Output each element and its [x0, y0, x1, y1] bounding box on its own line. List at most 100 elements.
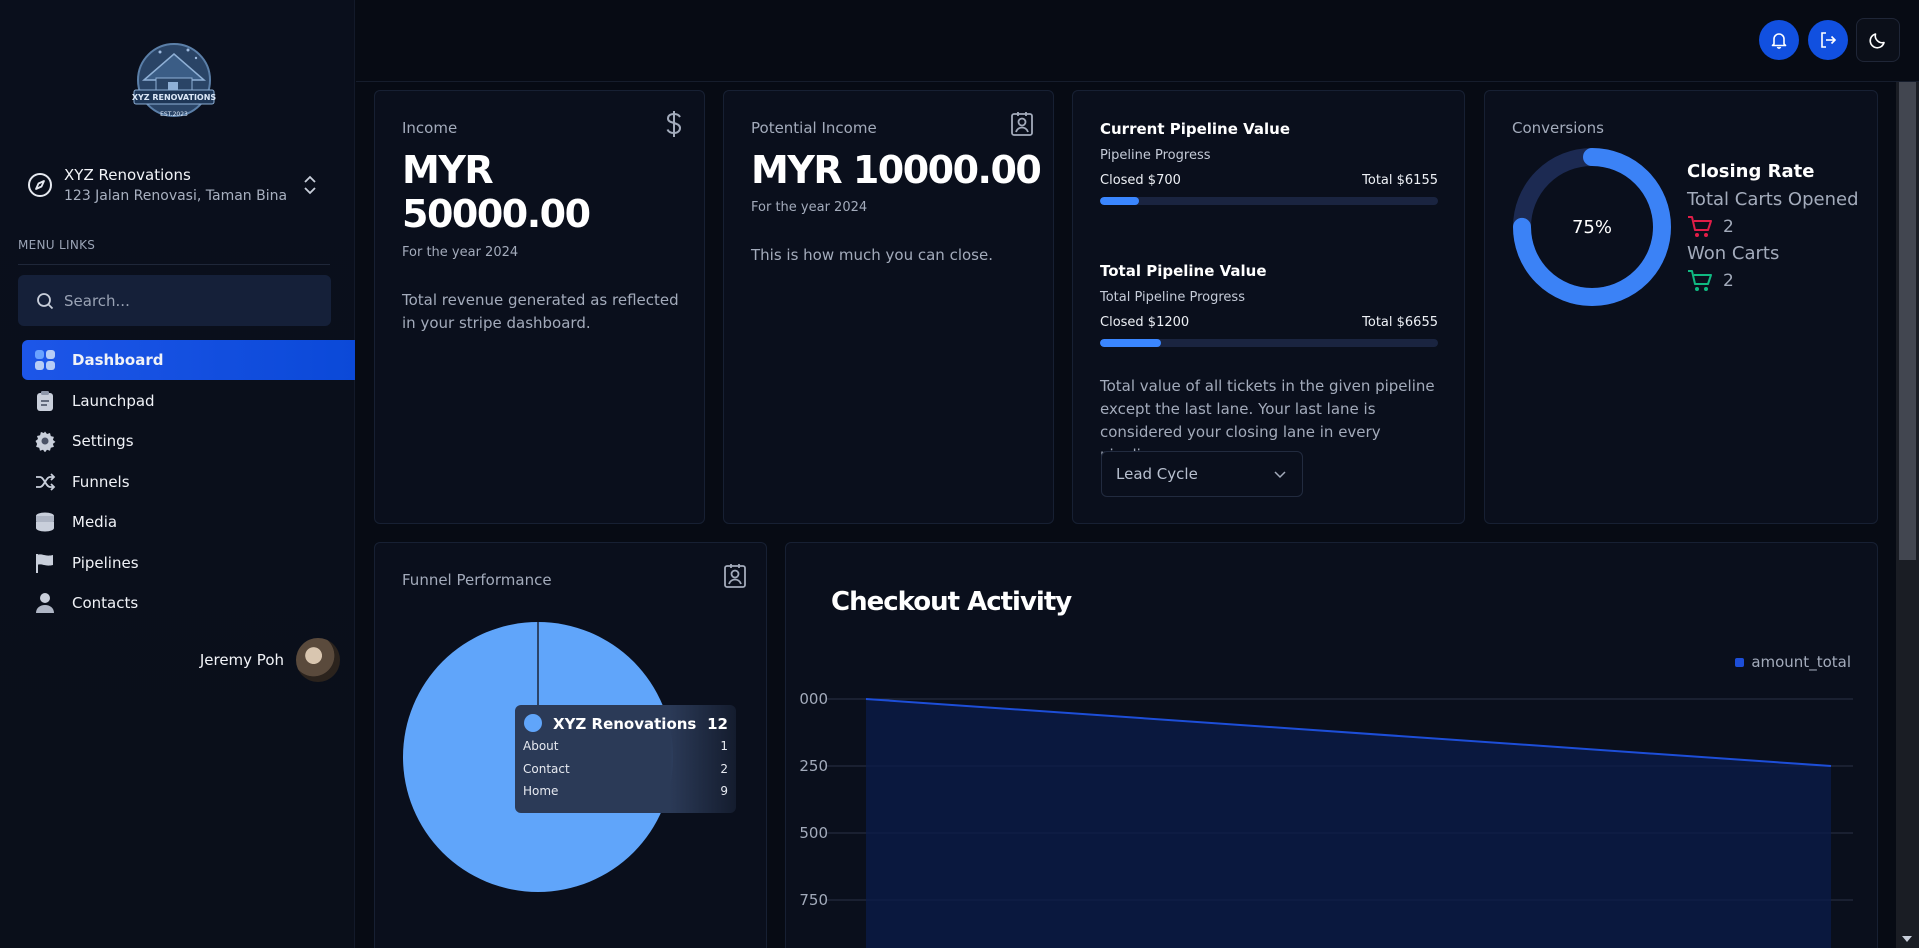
sidebar-item-label: Contacts — [72, 594, 139, 612]
total-pipeline-subtitle: Total Pipeline Progress — [1100, 290, 1245, 305]
area-fill — [866, 699, 1831, 948]
y-tick-label: 500 — [799, 824, 828, 842]
tooltip-color-swatch — [524, 714, 542, 732]
income-value-currency: MYR — [402, 148, 494, 192]
total-pipeline-progress-fill — [1100, 339, 1161, 347]
income-description: Total revenue generated as reflected in … — [402, 291, 679, 332]
user-profile[interactable]: Jeremy Poh — [150, 638, 340, 682]
logo-text-line2: EST.2023 — [160, 111, 188, 118]
conversions-card: Conversions 75% Closing Rate Total Carts… — [1484, 90, 1878, 524]
checkout-area-chart: 000 250 500 750 — [799, 690, 1853, 948]
y-tick-label: 250 — [799, 757, 828, 775]
total-pipeline-title: Total Pipeline Value — [1100, 262, 1267, 280]
tooltip-row-label: About — [523, 739, 559, 753]
compass-icon — [28, 173, 52, 197]
won-carts-row: 2 — [1687, 269, 1734, 293]
conversions-label: Conversions — [1512, 119, 1604, 137]
sidebar-item-label: Settings — [72, 432, 134, 450]
chevron-up-down-icon — [304, 175, 316, 195]
potential-income-value: MYR 10000.00 — [751, 148, 1042, 192]
current-pipeline-progress-bar — [1100, 197, 1438, 205]
menu-links-label: MENU LINKS — [18, 238, 96, 252]
current-pipeline-closed: Closed $700 — [1100, 173, 1181, 188]
gear-icon — [34, 430, 56, 452]
pie-tooltip: XYZ Renovations 12 About 1 Contact 2 Hom… — [515, 705, 736, 813]
total-pipeline-progress-bar — [1100, 339, 1438, 347]
sidebar-item-dashboard[interactable]: Dashboard — [22, 340, 355, 380]
current-pipeline-total: Total $6155 — [1362, 173, 1438, 188]
potential-income-card: Potential Income MYR 10000.00 For the ye… — [723, 90, 1054, 524]
carts-opened-row: 2 — [1687, 215, 1734, 239]
closing-rate-title: Closing Rate — [1687, 161, 1815, 182]
potential-income-description: This is how much you can close. — [751, 246, 993, 264]
y-tick-label: 750 — [799, 891, 828, 909]
tooltip-row-value: 1 — [720, 739, 728, 753]
scrollbar-thumb[interactable] — [1899, 82, 1916, 560]
scroll-down-arrow-icon[interactable] — [1902, 936, 1912, 942]
sidebar-item-launchpad[interactable]: Launchpad — [22, 381, 355, 421]
conversion-rate-text: 75% — [1572, 217, 1612, 238]
notifications-button[interactable] — [1759, 20, 1799, 60]
account-address: 123 Jalan Renovasi, Taman Bina — [64, 188, 288, 204]
current-pipeline-title: Current Pipeline Value — [1100, 120, 1291, 138]
pipeline-select[interactable]: Lead Cycle — [1101, 451, 1303, 497]
won-carts-count: 2 — [1723, 271, 1734, 291]
sidebar-item-media[interactable]: Media — [22, 502, 355, 542]
funnel-performance-label: Funnel Performance — [402, 571, 552, 589]
potential-income-period: For the year 2024 — [751, 200, 868, 215]
total-pipeline-closed: Closed $1200 — [1100, 315, 1190, 330]
theme-toggle-button[interactable] — [1856, 18, 1900, 62]
sidebar-item-pipelines[interactable]: Pipelines — [22, 543, 355, 583]
shuffle-icon — [34, 471, 56, 493]
xyz-renovations-logo[interactable]: XYZ RENOVATIONS EST.2023 — [130, 40, 218, 124]
income-card: Income MYR 50000.00 For the year 2024 To… — [374, 90, 705, 524]
sidebar-item-contacts[interactable]: Contacts — [22, 583, 355, 623]
sidebar-item-label: Dashboard — [72, 351, 164, 369]
database-icon — [34, 511, 56, 533]
tooltip-row-value: 9 — [720, 784, 728, 798]
tooltip-row-value: 2 — [720, 762, 728, 776]
current-pipeline-subtitle: Pipeline Progress — [1100, 148, 1211, 163]
funnel-performance-card: Funnel Performance XYZ Renovations 12 Ab… — [374, 542, 767, 948]
search-input[interactable] — [64, 291, 314, 310]
conversion-donut-chart: 75% — [1513, 148, 1671, 306]
total-pipeline-total: Total $6655 — [1362, 315, 1438, 330]
total-pipeline-row: Closed $1200 Total $6655 — [1100, 315, 1438, 330]
logout-button[interactable] — [1808, 20, 1848, 60]
pipeline-select-value: Lead Cycle — [1116, 465, 1198, 483]
sidebar-item-label: Media — [72, 513, 118, 531]
current-pipeline-progress-fill — [1100, 197, 1139, 205]
contact-card-icon — [724, 564, 746, 588]
sidebar-item-settings[interactable]: Settings — [22, 421, 355, 461]
tooltip-total: 12 — [707, 715, 728, 733]
sidebar-item-label: Pipelines — [72, 553, 139, 572]
search-icon — [37, 292, 54, 309]
tooltip-row-label: Contact — [523, 762, 570, 776]
income-label: Income — [402, 119, 458, 137]
top-bar — [356, 0, 1919, 82]
tooltip-title: XYZ Renovations — [553, 715, 697, 733]
search-box[interactable] — [18, 275, 331, 326]
moon-icon — [1869, 33, 1885, 49]
account-switcher[interactable]: XYZ Renovations 123 Jalan Renovasi, Tama… — [26, 160, 326, 210]
user-name: Jeremy Poh — [199, 651, 284, 669]
clipboard-icon — [34, 390, 56, 412]
sidebar-nav: Dashboard Launchpad Settings Funnels Med… — [22, 340, 355, 624]
sidebar-item-label: Funnels — [72, 472, 130, 491]
checkout-activity-card: Checkout Activity amount_total 000 250 500… — [785, 542, 1878, 948]
sidebar-item-label: Launchpad — [72, 391, 155, 410]
income-value-amount: 50000.00 — [402, 192, 591, 236]
income-period: For the year 2024 — [402, 245, 519, 260]
won-carts-label: Won Carts — [1687, 243, 1780, 264]
logout-icon — [1821, 32, 1837, 48]
sidebar-item-funnels[interactable]: Funnels — [22, 462, 355, 502]
account-name: XYZ Renovations — [64, 166, 191, 184]
flag-icon — [34, 552, 56, 574]
user-icon — [34, 592, 56, 614]
total-carts-opened-label: Total Carts Opened — [1687, 189, 1859, 210]
logo-text-line1: XYZ RENOVATIONS — [132, 93, 217, 102]
pipeline-card: Current Pipeline Value Pipeline Progress… — [1072, 90, 1465, 524]
scrollbar[interactable] — [1896, 82, 1919, 948]
shopping-cart-icon — [1688, 270, 1712, 291]
dollar-icon — [666, 111, 682, 137]
